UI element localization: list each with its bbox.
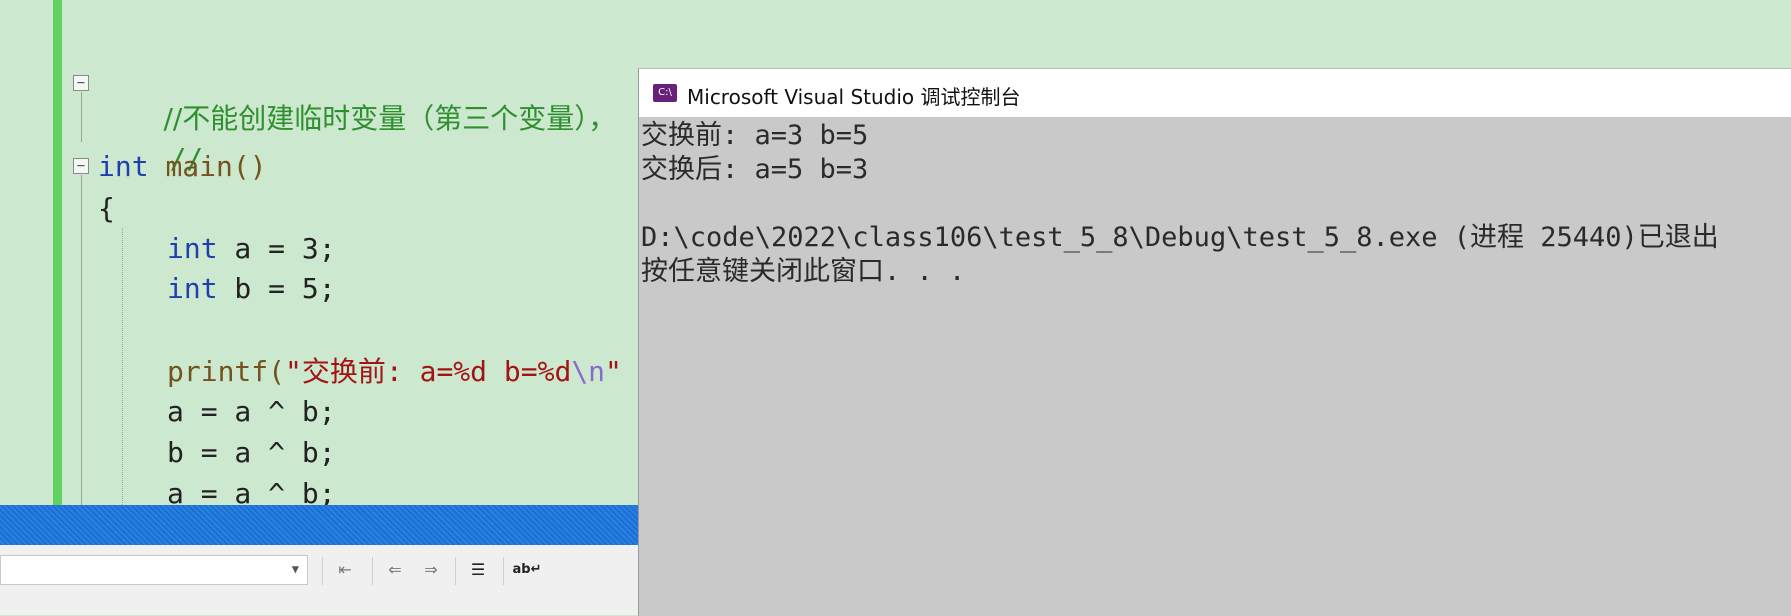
console-titlebar[interactable]: C:\ Microsoft Visual Studio 调试控制台 xyxy=(639,69,1791,117)
console-app-icon: C:\ xyxy=(653,84,677,102)
word-wrap-icon[interactable]: ab↵ xyxy=(512,555,542,585)
code-decl-b: int b = 5; xyxy=(167,272,336,305)
console-output: 交换前: a=3 b=5 交换后: a=5 b=3 D:\code\2022\c… xyxy=(639,117,1791,616)
toolbar-separator xyxy=(503,557,504,585)
outdent-icon[interactable]: ⇐ xyxy=(380,555,410,585)
line-number-gutter xyxy=(0,0,10,505)
console-line: 交换后: a=5 b=3 xyxy=(641,154,869,185)
toolbar-separator xyxy=(322,557,323,585)
code-xor-2: b = a ^ b; xyxy=(167,436,336,469)
code-printf: printf("交换前: a=%d b=%d\n" xyxy=(167,355,622,388)
format-list-icon[interactable]: ☰ xyxy=(463,555,493,585)
console-line: 交换前: a=3 b=5 xyxy=(641,120,869,151)
fold-guide xyxy=(81,92,82,142)
debug-console-window[interactable]: C:\ Microsoft Visual Studio 调试控制台 交换前: a… xyxy=(638,68,1791,616)
fold-guide xyxy=(81,175,82,505)
fold-toggle-icon[interactable]: − xyxy=(73,158,89,174)
fold-toggle-icon[interactable]: − xyxy=(73,75,89,91)
code-decl-a: int a = 3; xyxy=(167,232,336,265)
scope-dropdown[interactable]: ▼ xyxy=(0,555,308,585)
toolbar-separator xyxy=(372,557,373,585)
indent-guide xyxy=(122,228,123,505)
code-brace-open: { xyxy=(98,192,115,225)
code-xor-3: a = a ^ b; xyxy=(167,477,336,505)
comment-icon[interactable]: ⇤ xyxy=(330,555,360,585)
chevron-down-icon: ▼ xyxy=(291,562,299,576)
indent-icon[interactable]: ⇒ xyxy=(416,555,446,585)
code-main-signature: int main() xyxy=(98,150,267,183)
bottom-toolbar: ▼ ⇤ ⇐ ⇒ ☰ ab↵ xyxy=(0,545,640,615)
status-stripe xyxy=(0,505,640,545)
change-tracking-bar xyxy=(53,0,62,505)
code-xor-1: a = a ^ b; xyxy=(167,395,336,428)
console-line: D:\code\2022\class106\test_5_8\Debug\tes… xyxy=(641,222,1719,253)
toolbar-separator xyxy=(455,557,456,585)
console-line: 按任意键关闭此窗口. . . xyxy=(641,256,966,287)
console-title: Microsoft Visual Studio 调试控制台 xyxy=(687,85,1021,109)
